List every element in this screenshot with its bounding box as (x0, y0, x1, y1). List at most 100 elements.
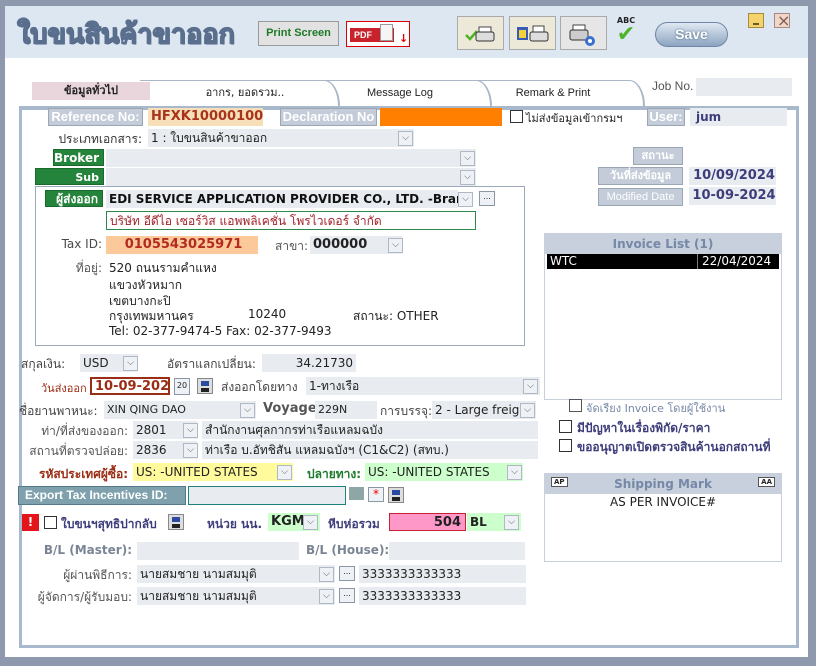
reference-field[interactable]: HFXK100001007 (148, 108, 263, 126)
buyer-country-dropdown[interactable] (277, 465, 292, 480)
port-name: สำนักงานศุลกากรท่าเรือแหลมฉบัง (202, 421, 538, 439)
sort-invoice-checkbox[interactable] (569, 399, 582, 412)
agent-label: ผู้ผ่านพิธีการ: (63, 568, 132, 582)
pdf-export-button[interactable]: PDF ↓ (346, 21, 410, 47)
exporter-name-select[interactable]: EDI SERVICE APPLICATION PROVIDER CO., LT… (106, 190, 458, 208)
close-icon[interactable] (774, 11, 790, 30)
vessel-dropdown[interactable] (240, 403, 255, 418)
agent-dropdown[interactable] (319, 567, 334, 582)
no-send-label: ไม่ส่งข้อมูลเข้ากรมฯ (526, 112, 623, 125)
invoice-row[interactable]: WTC 22/04/2024 (547, 254, 779, 269)
doc-type-select[interactable]: 1 : ใบขนสินค้าขาออก (148, 129, 414, 147)
tab-duties[interactable]: อากร, ยอดรวม.. (175, 81, 315, 105)
shipping-mark-title: Shipping Mark (614, 477, 712, 491)
manager-select[interactable]: นายสมชาย นามสมมุติ (137, 587, 335, 605)
tariff-problem-checkbox[interactable] (559, 420, 572, 433)
print-preview-button[interactable] (509, 16, 556, 50)
tax-id-field[interactable]: 0105543025971 (106, 236, 258, 254)
shipping-mark-box: AP Shipping Mark AA AS PER INVOICE# (544, 473, 782, 562)
broker-dropdown[interactable] (460, 151, 475, 166)
packing-label: การบรรจุ: (380, 404, 433, 418)
declaration-field[interactable] (380, 108, 502, 126)
print-confirm-icon (465, 26, 495, 42)
declaration-label: Declaration No (280, 108, 377, 126)
tab-remark-print[interactable]: Remark & Print (483, 81, 623, 105)
required-marker-button[interactable]: * (368, 487, 384, 502)
voyage-label: Voyage: (263, 401, 322, 416)
tab-message-log[interactable]: Message Log (330, 81, 470, 105)
exporter-label: ผู้ส่งออก (45, 190, 103, 207)
port-label: ท่า/ที่ส่งของออก: (41, 424, 128, 438)
branch-dropdown[interactable] (388, 238, 403, 253)
minimize-icon[interactable] (748, 13, 764, 28)
bl-master-field[interactable] (137, 542, 299, 560)
job-no-field[interactable] (696, 78, 792, 96)
print-screen-button[interactable]: Print Screen (258, 21, 339, 46)
printer-settings-button[interactable] (560, 16, 607, 50)
save-date-icon[interactable] (197, 378, 213, 394)
vessel-label: ชื่อยานพาหนะ: (19, 404, 98, 418)
agent-lookup-button[interactable]: ... (339, 566, 355, 581)
century-button[interactable]: 20 (174, 378, 190, 395)
buyer-country-select[interactable]: US: -UNITED STATES (133, 463, 293, 481)
send-date-value: 10/09/2024 (689, 167, 776, 185)
document-icon (380, 24, 393, 41)
destination-dropdown[interactable] (507, 465, 522, 480)
transport-select[interactable]: 1-ทางเรือ (306, 377, 540, 395)
destination-select[interactable]: US: -UNITED STATES (365, 463, 523, 481)
sub-broker-dropdown[interactable] (460, 170, 475, 185)
exchange-rate-field[interactable]: 34.21730 (262, 354, 356, 372)
modified-date-value: 10-09-2024 (689, 187, 776, 205)
package-unit-dropdown[interactable] (504, 515, 519, 530)
exporter-status: สถานะ: OTHER (353, 309, 439, 323)
invoice-date: 22/04/2024 (697, 254, 771, 269)
tax-incentive-color-box (349, 487, 364, 500)
postcode: 10240 (248, 307, 287, 321)
transport-label: ส่งออกโดยทาง (221, 380, 298, 394)
agent-select[interactable]: นายสมชาย นามสมมุติ (137, 565, 335, 583)
offsite-inspection-checkbox[interactable] (559, 439, 572, 452)
vessel-select[interactable]: XIN QING DAO (104, 401, 256, 419)
export-date-field[interactable]: 10-09-2024 (90, 377, 170, 395)
bl-house-field[interactable] (389, 542, 525, 560)
manager-dropdown[interactable] (319, 589, 334, 604)
spellcheck-button[interactable]: ABC ✔ (612, 16, 640, 46)
port-dropdown[interactable] (183, 423, 198, 438)
warning-icon: ! (22, 514, 39, 531)
release-dropdown[interactable] (183, 443, 198, 458)
manager-lookup-button[interactable]: ... (339, 588, 355, 603)
packages-label: หีบห่อรวม (328, 517, 380, 531)
tax-incentive-field[interactable] (188, 486, 346, 505)
exporter-lookup-button[interactable]: ... (479, 191, 495, 206)
buyer-country-label: รหัสประเทศผู้ซื้อ: (39, 467, 128, 481)
currency-dropdown[interactable] (123, 356, 138, 371)
sub-broker-select[interactable] (106, 168, 476, 186)
job-no-label: Job No. (652, 79, 694, 93)
reimport-label: ใบขนฯสุทธิปากลับ (61, 517, 157, 531)
shipping-mark-text[interactable]: AS PER INVOICE# (545, 494, 781, 510)
transport-dropdown[interactable] (523, 379, 538, 394)
weight-unit-dropdown[interactable] (303, 515, 318, 530)
sort-invoice-label: จัดเรียง Invoice โดยผู้ใช้งาน (586, 402, 726, 415)
modified-date-label: Modified Date (598, 188, 683, 206)
doc-type-dropdown[interactable] (398, 131, 413, 146)
tab-general[interactable]: ข้อมูลทั่วไป (32, 82, 150, 100)
user-field: jum (690, 108, 787, 126)
no-send-checkbox[interactable] (510, 110, 523, 123)
save-incentive-icon[interactable] (388, 487, 404, 503)
export-date-label: วันส่งออก (41, 382, 87, 395)
manager-label: ผู้จัดการ/ผู้รับมอบ: (37, 590, 132, 604)
print-confirm-button[interactable] (457, 16, 504, 50)
exporter-name-th[interactable]: บริษัท อีดีไอ เซอร์วิส แอพพลิเคชั่น โพรไ… (106, 211, 476, 230)
doc-type-label: ประเภทเอกสาร: (58, 132, 142, 146)
save-reimport-icon[interactable] (168, 514, 184, 530)
invoice-list-title: Invoice List (1) (545, 234, 781, 254)
exporter-dropdown[interactable] (458, 192, 473, 207)
packages-field[interactable]: 504 (389, 513, 466, 531)
packing-dropdown[interactable] (520, 403, 535, 418)
aa-button[interactable]: AA (758, 477, 775, 487)
reimport-checkbox[interactable] (44, 516, 57, 529)
voyage-field[interactable]: 229N (315, 401, 377, 419)
broker-select[interactable] (106, 149, 476, 167)
save-button[interactable]: Save (655, 22, 728, 47)
